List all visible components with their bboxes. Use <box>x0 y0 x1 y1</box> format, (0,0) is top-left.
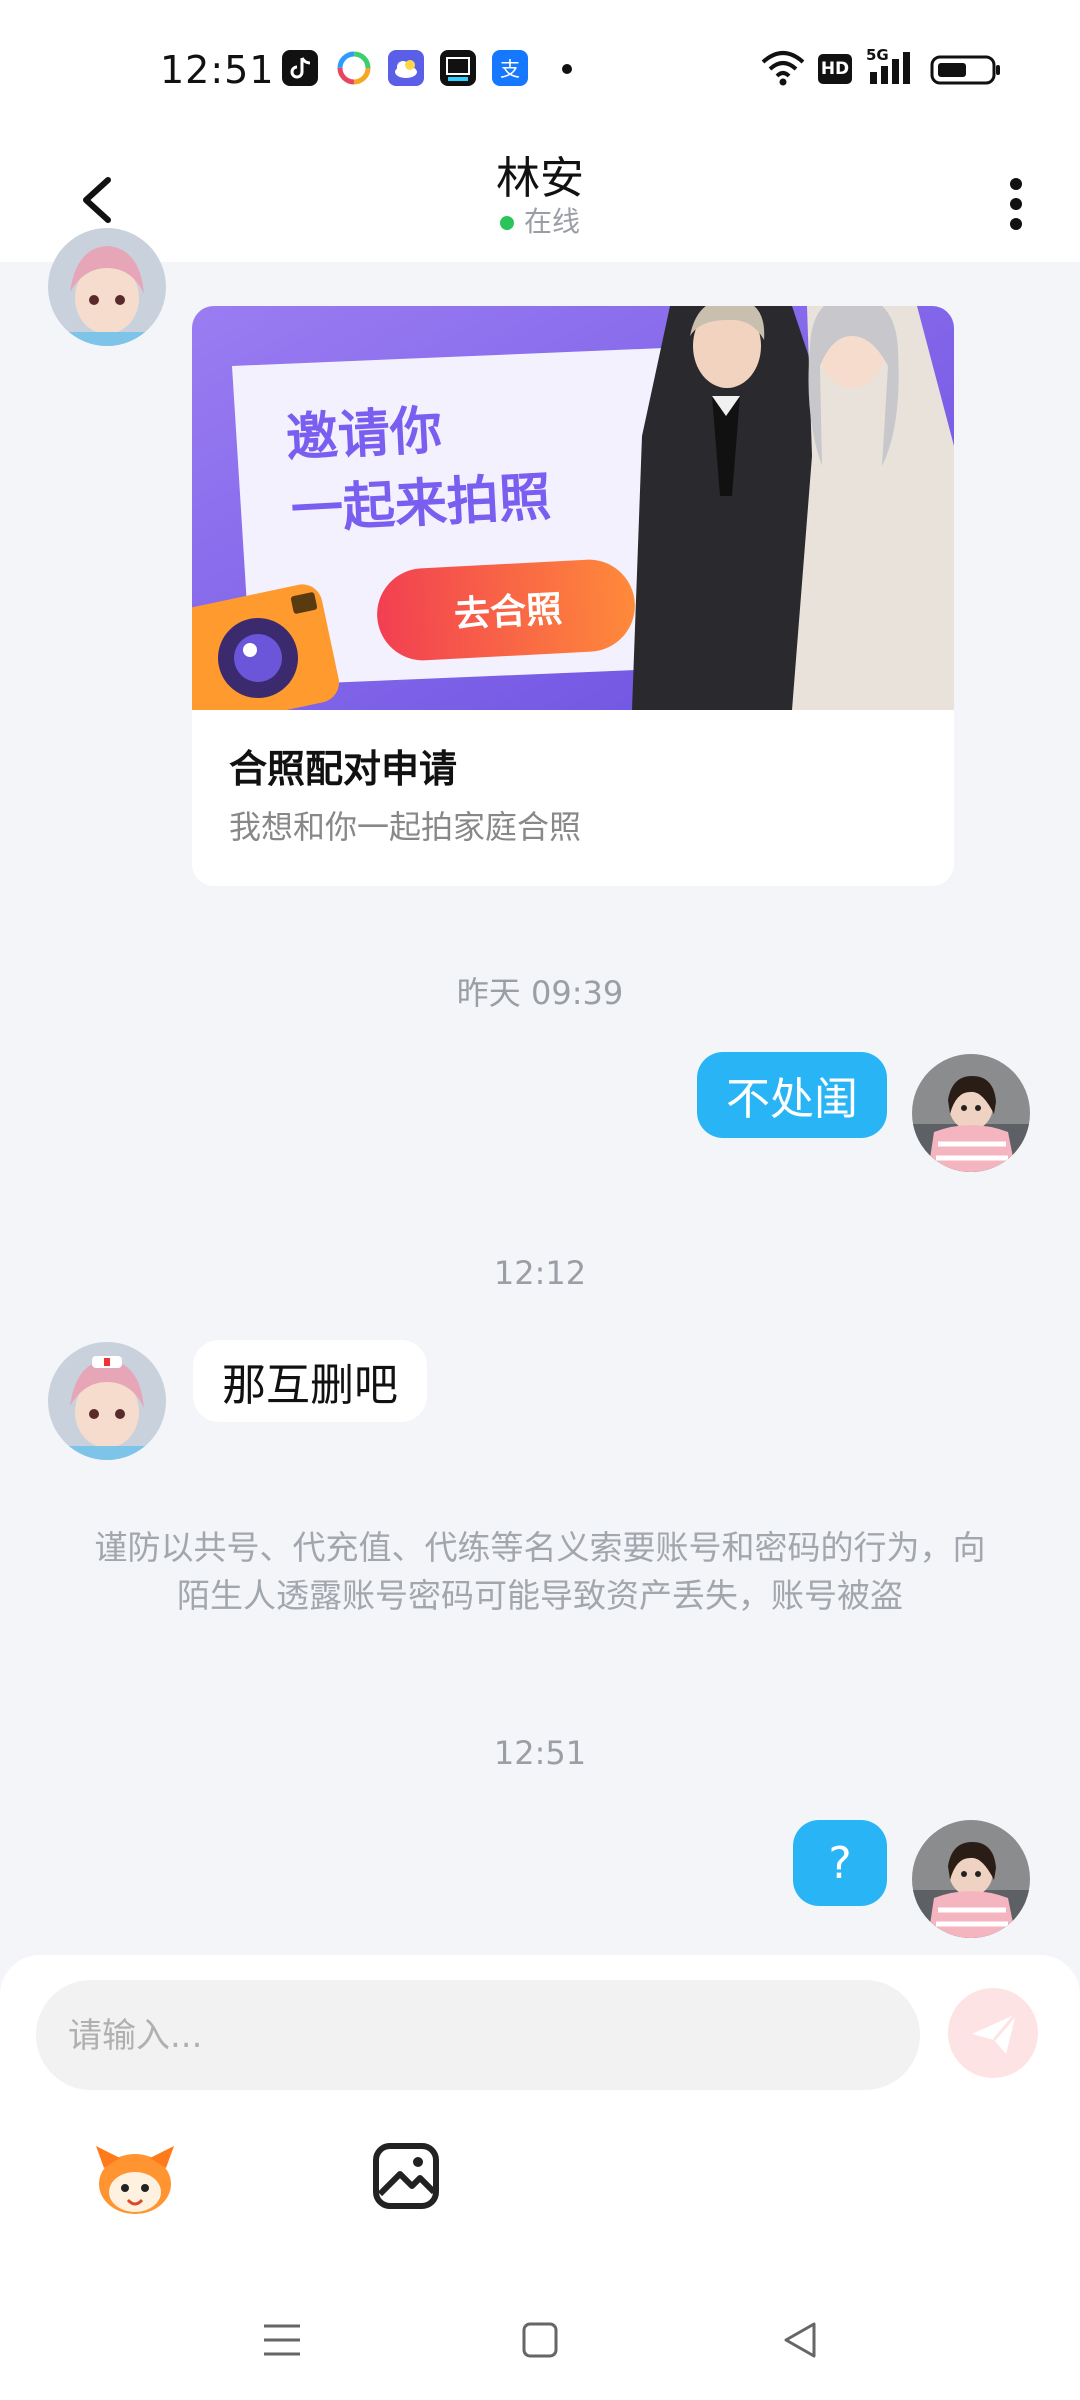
system-navigation-bar <box>0 2280 1080 2400</box>
weather-icon <box>388 50 424 86</box>
banner-headline-line1: 邀请你 <box>285 401 444 469</box>
more-vertical-icon <box>1010 178 1022 230</box>
send-button[interactable] <box>948 1988 1038 2078</box>
svg-text:支: 支 <box>500 57 520 81</box>
message-input[interactable] <box>66 1980 890 2092</box>
chat-header: 林安 在线 <box>0 140 1080 262</box>
banner-go-photo-button[interactable]: 去合照 <box>453 589 563 636</box>
card-title: 合照配对申请 <box>229 747 458 791</box>
my-avatar[interactable] <box>912 1820 1030 1938</box>
wallpaper-app-icon <box>336 50 372 86</box>
menu-icon <box>264 2324 300 2356</box>
more-options-button[interactable] <box>996 162 1036 242</box>
contact-avatar[interactable] <box>48 228 166 346</box>
clock: 12:51 <box>160 48 275 92</box>
notification-dot <box>562 64 572 74</box>
alipay-icon: 支 <box>492 50 528 86</box>
contact-avatar[interactable] <box>48 1342 166 1460</box>
timestamp: 昨天 09:39 <box>456 974 624 1012</box>
news-app-icon <box>440 50 476 86</box>
battery-icon <box>930 55 1002 89</box>
timestamp: 12:12 <box>493 1254 587 1292</box>
message-input-container[interactable] <box>36 1980 920 2092</box>
incoming-message[interactable]: 那互删吧 <box>193 1340 427 1422</box>
mascot-emoji-icon <box>96 2146 174 2214</box>
hd-icon: HD <box>818 54 852 84</box>
paper-plane-icon <box>972 2013 1018 2054</box>
timestamp: 12:51 <box>493 1734 587 1772</box>
5g-signal-icon: 5G <box>866 46 916 92</box>
contact-name: 林安 <box>496 153 584 204</box>
online-status-text: 在线 <box>523 205 580 238</box>
mascot-emoji-button[interactable] <box>90 2138 180 2218</box>
douyin-icon <box>282 50 318 86</box>
triangle-back-icon <box>784 2322 816 2358</box>
online-status: 在线 <box>0 200 1080 240</box>
network-label: 5G <box>866 46 889 64</box>
outgoing-message[interactable]: ? <box>793 1820 887 1906</box>
status-bar: 12:51 支 HD 5G <box>0 0 1080 140</box>
home-nav-button[interactable] <box>510 2310 570 2370</box>
image-button[interactable] <box>362 2138 452 2218</box>
photo-invite-card[interactable]: 邀请你 一起来拍照 去合照 合照配对申请 我想和你一起拍家庭合照 <box>192 306 954 886</box>
my-avatar[interactable] <box>912 1054 1030 1172</box>
card-subtitle: 我想和你一起拍家庭合照 <box>229 808 582 846</box>
back-nav-button[interactable] <box>770 2310 830 2370</box>
photo-invite-banner: 邀请你 一起来拍照 去合照 <box>192 306 954 710</box>
square-icon <box>522 2322 558 2358</box>
image-icon <box>373 2143 439 2209</box>
outgoing-message[interactable]: 不处闺 <box>697 1052 887 1138</box>
hd-label: HD <box>820 59 850 79</box>
security-warning: 谨防以共号、代充值、代练等名义索要账号和密码的行为，向陌生人透露账号密码可能导致… <box>94 1528 986 1615</box>
wifi-icon <box>760 48 806 92</box>
online-dot <box>499 216 514 230</box>
menu-nav-button[interactable] <box>252 2310 312 2370</box>
